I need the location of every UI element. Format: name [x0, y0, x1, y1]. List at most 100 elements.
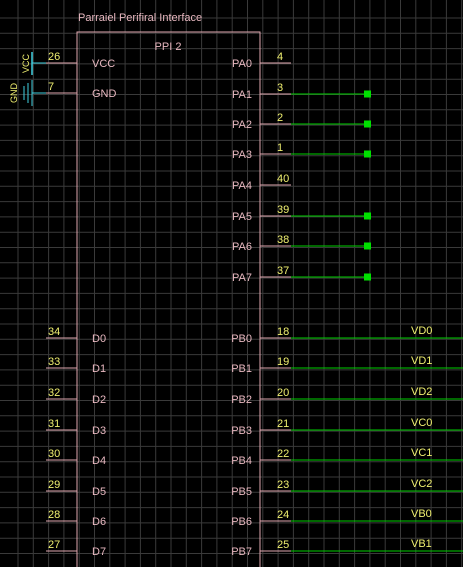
pin-name: PB5 — [231, 486, 252, 498]
wire-end-marker — [364, 90, 371, 98]
pin-number: 29 — [48, 479, 60, 491]
right-pin-pb2: PB2 20 VD2 — [231, 386, 463, 406]
pin-number: 34 — [48, 326, 60, 338]
pin-number: 25 — [277, 539, 289, 551]
net-label: VC0 — [411, 417, 432, 429]
pin-name: D7 — [92, 546, 106, 558]
pin-number: 7 — [48, 81, 54, 93]
right-pin-pb3: PB3 21 VC0 — [231, 417, 463, 437]
net-label: VB1 — [411, 538, 432, 550]
schematic-canvas[interactable]: Parraiel Perifiral Interface PPI 2 26 VCC 7… — [0, 0, 463, 567]
pin-number: 38 — [277, 234, 289, 246]
vcc-label: VCC — [21, 53, 31, 73]
wire-end-marker — [364, 120, 371, 128]
right-pin-pa5: PA5 39 — [232, 204, 371, 223]
wire-end-marker — [364, 273, 371, 281]
right-pin-pa6: PA6 38 — [232, 234, 371, 253]
left-pin-vcc: 26 VCC — [46, 51, 115, 70]
pin-name: D5 — [92, 486, 106, 498]
net-label: VD2 — [411, 386, 432, 398]
pin-name: VCC — [92, 58, 115, 70]
pin-name: PB4 — [231, 455, 252, 467]
pin-number: 1 — [277, 142, 283, 154]
pin-number: 30 — [48, 448, 60, 460]
right-pin-pa1: PA1 3 — [232, 82, 371, 101]
pin-name: PB0 — [231, 333, 252, 345]
pin-number: 24 — [277, 509, 289, 521]
pin-name: D1 — [92, 363, 106, 375]
left-pin-d1: 33 D1 — [46, 356, 106, 375]
right-pin-pb5: PB5 23 VC2 — [231, 478, 463, 498]
net-label: VB0 — [411, 508, 432, 520]
right-pin-pb0: PB0 18 VD0 — [231, 325, 463, 345]
pin-name: PA2 — [232, 119, 252, 131]
pin-name: D6 — [92, 516, 106, 528]
left-pin-d0: 34 D0 — [46, 326, 106, 345]
pin-name: PB1 — [231, 363, 252, 375]
pin-number: 2 — [277, 112, 283, 124]
right-pin-pb4: PB4 22 VC1 — [231, 447, 463, 467]
pin-number: 27 — [48, 539, 60, 551]
net-label: VC1 — [411, 447, 432, 459]
right-pin-pa7: PA7 37 — [232, 265, 371, 284]
pin-name: PA0 — [232, 58, 252, 70]
right-pin-pa3: PA3 1 — [232, 142, 371, 161]
left-pin-d4: 30 D4 — [46, 448, 106, 467]
pin-name: PA5 — [232, 211, 252, 223]
pin-name: PB3 — [231, 425, 252, 437]
pin-number: 33 — [48, 356, 60, 368]
pin-number: 23 — [277, 479, 289, 491]
right-pins: PA0 4 PA1 3 PA2 2 PA3 1 PA4 40 PA5 39 PA6 38 PA7 37 PB0 1… — [231, 51, 463, 558]
pin-number: 21 — [277, 418, 289, 430]
pin-number: 18 — [277, 326, 289, 338]
pin-name: PA4 — [232, 180, 252, 192]
pin-number: 40 — [277, 173, 289, 185]
pin-name: D3 — [92, 425, 106, 437]
pin-name: D2 — [92, 394, 106, 406]
left-pin-d7: 27 D7 — [46, 539, 106, 558]
pin-number: 3 — [277, 82, 283, 94]
chip-name: PPI 2 — [155, 41, 182, 53]
pin-name: PA3 — [232, 149, 252, 161]
pin-name: D0 — [92, 333, 106, 345]
pin-number: 37 — [277, 265, 289, 277]
chip-title: Parraiel Perifiral Interface — [78, 12, 202, 24]
gnd-label: GND — [9, 83, 19, 104]
right-pin-pa4: PA4 40 — [232, 173, 291, 192]
pin-number: 31 — [48, 418, 60, 430]
pin-number: 39 — [277, 204, 289, 216]
pin-number: 4 — [277, 51, 283, 63]
left-pin-gnd: 7 GND — [46, 81, 117, 100]
pin-name: PA1 — [232, 89, 252, 101]
left-pin-d3: 31 D3 — [46, 418, 106, 437]
left-pins: 26 VCC 7 GND 34 D0 33 D1 32 D2 31 D3 30 D4 29 D5 28 D6 27 D… — [46, 51, 117, 558]
left-pin-d6: 28 D6 — [46, 509, 106, 528]
pin-number: 19 — [277, 356, 289, 368]
pin-name: GND — [92, 88, 117, 100]
right-pin-pa2: PA2 2 — [232, 112, 371, 131]
net-label: VD0 — [411, 325, 432, 337]
left-pin-d5: 29 D5 — [46, 479, 106, 498]
right-pin-pb6: PB6 24 VB0 — [231, 508, 463, 528]
pin-number: 28 — [48, 509, 60, 521]
pin-number: 26 — [48, 51, 60, 63]
right-pin-pb7: PB7 25 VB1 — [231, 538, 463, 558]
pin-number: 22 — [277, 448, 289, 460]
pin-name: PB2 — [231, 394, 252, 406]
schematic-svg[interactable]: Parraiel Perifiral Interface PPI 2 26 VCC 7… — [0, 0, 463, 567]
wire-end-marker — [364, 212, 371, 220]
right-pin-pb1: PB1 19 VD1 — [231, 355, 463, 375]
wire-end-marker — [364, 150, 371, 158]
net-label: VD1 — [411, 355, 432, 367]
pin-number: 32 — [48, 387, 60, 399]
ground-symbol-icon: GND — [9, 80, 46, 106]
right-pin-pa0: PA0 4 — [232, 51, 291, 70]
left-pin-d2: 32 D2 — [46, 387, 106, 406]
wire-end-marker — [364, 242, 371, 250]
pin-name: PA7 — [232, 272, 252, 284]
pin-name: PB7 — [231, 546, 252, 558]
pin-number: 20 — [277, 387, 289, 399]
pin-name: PA6 — [232, 241, 252, 253]
pin-name: D4 — [92, 455, 106, 467]
net-label: VC2 — [411, 478, 432, 490]
